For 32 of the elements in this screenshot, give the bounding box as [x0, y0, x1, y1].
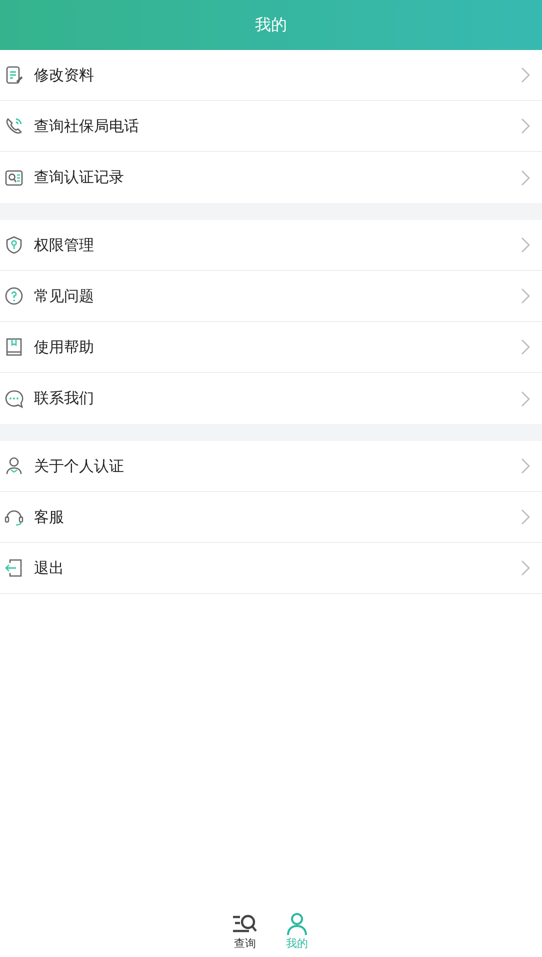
chevron-right-icon [521, 170, 530, 186]
menu-item[interactable]: 关于个人认证 [0, 441, 542, 492]
book-icon [4, 337, 24, 357]
person-icon [4, 456, 24, 476]
chevron-right-icon [521, 560, 530, 576]
menu-item[interactable]: 查询社保局电话 [0, 101, 542, 152]
shield-icon [4, 235, 24, 255]
chevron-right-icon [521, 339, 530, 355]
chevron-right-icon [521, 67, 530, 83]
menu-item[interactable]: 使用帮助 [0, 322, 542, 373]
question-icon [4, 286, 24, 306]
menu-item[interactable]: 权限管理 [0, 220, 542, 271]
phone-icon [4, 116, 24, 136]
chat-icon [4, 388, 24, 408]
chevron-right-icon [521, 390, 530, 406]
exit-icon [4, 558, 24, 578]
chevron-right-icon [521, 288, 530, 304]
chevron-right-icon [521, 237, 530, 253]
menu-item[interactable]: 退出 [0, 543, 542, 594]
person-icon [285, 912, 309, 936]
tab[interactable]: 查询 [228, 912, 262, 957]
menu-item[interactable]: 联系我们 [0, 373, 542, 424]
chevron-right-icon [521, 118, 530, 134]
document-edit-icon [4, 65, 24, 85]
menu-item[interactable]: 客服 [0, 492, 542, 543]
page-title: 我的 [255, 14, 287, 36]
chevron-right-icon [521, 458, 530, 474]
record-search-icon [4, 168, 24, 188]
menu-item[interactable]: 查询认证记录 [0, 152, 542, 203]
menu-item[interactable]: 修改资料 [0, 50, 542, 101]
chevron-right-icon [521, 509, 530, 525]
menu-item[interactable]: 常见问题 [0, 271, 542, 322]
